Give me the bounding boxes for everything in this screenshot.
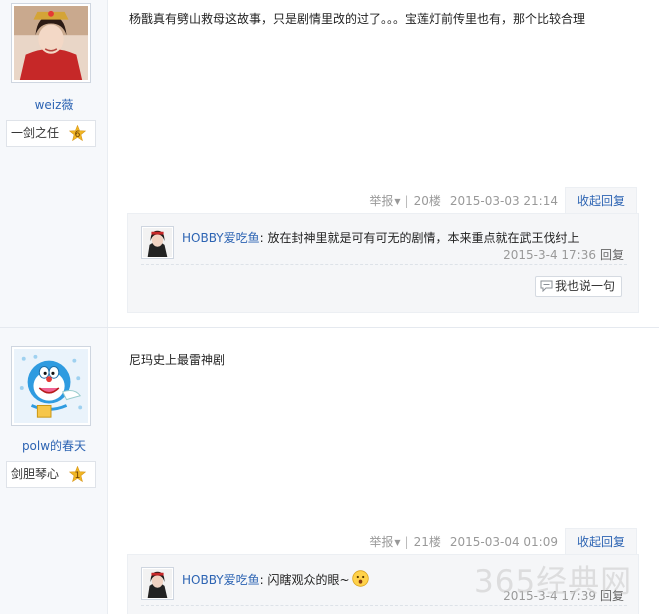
collapse-replies-button[interactable]: 收起回复 [565, 528, 637, 555]
reply-line: HOBBY爱吃鱼: 放在封神里就是可有可无的剧情，本来重点就在武王伐纣上 [182, 229, 580, 246]
reply-avatar[interactable] [141, 226, 174, 259]
member-badge[interactable]: 一剑之任 6 [6, 120, 96, 147]
post-floor-20: weiz薇 一剑之任 6 杨戬真有劈山救母这故事，只是剧情里改的过了。。。宝莲灯… [0, 0, 659, 327]
floor-number: 20楼 [413, 194, 441, 208]
post-content: 尼玛史上最雷神剧 [129, 353, 226, 367]
post-content: 杨戬真有劈山救母这故事，只是剧情里改的过了。。。宝莲灯前传里也有，那个比较合理 [129, 12, 586, 26]
collapse-replies-button[interactable]: 收起回复 [565, 187, 637, 214]
reply-line: HOBBY爱吃鱼: 闪瞎观众的眼~ [182, 570, 369, 588]
reply-box: HOBBY爱吃鱼: 放在封神里就是可有可无的剧情，本来重点就在武王伐纣上 201… [127, 213, 639, 313]
divider: | [404, 535, 409, 549]
post-tail: 举报▼ | 20楼 2015-03-03 21:14 收起回复 [369, 187, 637, 214]
author-sidebar: weiz薇 一剑之任 6 [0, 0, 108, 327]
badge-title: 一剑之任 [11, 126, 60, 140]
author-sidebar: polw的春天 剑胆琴心 1 [0, 328, 108, 614]
reply-text: 闪瞎观众的眼~ [267, 573, 350, 587]
report-link[interactable]: 举报▼ [369, 194, 400, 208]
report-label: 举报 [369, 535, 394, 549]
reply-avatar-image [143, 228, 172, 257]
post-tail: 举报▼ | 21楼 2015-03-04 01:09 收起回复 [369, 528, 637, 555]
member-badge[interactable]: 剑胆琴心 1 [6, 461, 96, 488]
divider: | [404, 194, 409, 208]
level-badge: 6 [69, 125, 86, 142]
reply-username[interactable]: HOBBY爱吃鱼 [182, 231, 260, 245]
reply-meta: 2015-3-4 17:36 回复 [503, 246, 624, 263]
level-badge: 1 [69, 466, 86, 483]
avatar-image [14, 349, 88, 423]
reply-time: 2015-3-4 17:36 [503, 248, 596, 262]
author-name[interactable]: polw的春天 [0, 437, 108, 454]
reply-separator: : [259, 231, 264, 245]
avatar-image [14, 6, 88, 80]
level-number: 1 [75, 471, 81, 481]
reply-avatar[interactable] [141, 567, 174, 600]
avatar[interactable] [11, 3, 91, 83]
avatar[interactable] [11, 346, 91, 426]
reply-separator: : [259, 573, 264, 587]
reply-item: HOBBY爱吃鱼: 放在封神里就是可有可无的剧情，本来重点就在武王伐纣上 201… [141, 226, 627, 265]
level-number: 6 [75, 130, 81, 140]
reply-button[interactable]: 回复 [600, 248, 624, 262]
say-something-label: 我也说一句 [554, 279, 615, 293]
site-watermark: 365经典网 [474, 564, 633, 600]
report-link[interactable]: 举报▼ [369, 535, 400, 549]
chevron-down-icon: ▼ [394, 538, 401, 547]
comment-icon [540, 280, 553, 292]
surprised-face-icon [351, 570, 369, 587]
report-label: 举报 [369, 194, 394, 208]
post-date: 2015-03-04 01:09 [449, 535, 558, 549]
badge-title: 剑胆琴心 [11, 467, 60, 481]
reply-avatar-image [143, 569, 172, 598]
floor-number: 21楼 [413, 535, 441, 549]
post-date: 2015-03-03 21:14 [449, 194, 558, 208]
author-name[interactable]: weiz薇 [0, 96, 108, 113]
reply-username[interactable]: HOBBY爱吃鱼 [182, 573, 260, 587]
reply-text: 放在封神里就是可有可无的剧情，本来重点就在武王伐纣上 [267, 231, 580, 245]
say-something-button[interactable]: 我也说一句 [534, 276, 622, 297]
chevron-down-icon: ▼ [394, 197, 401, 206]
